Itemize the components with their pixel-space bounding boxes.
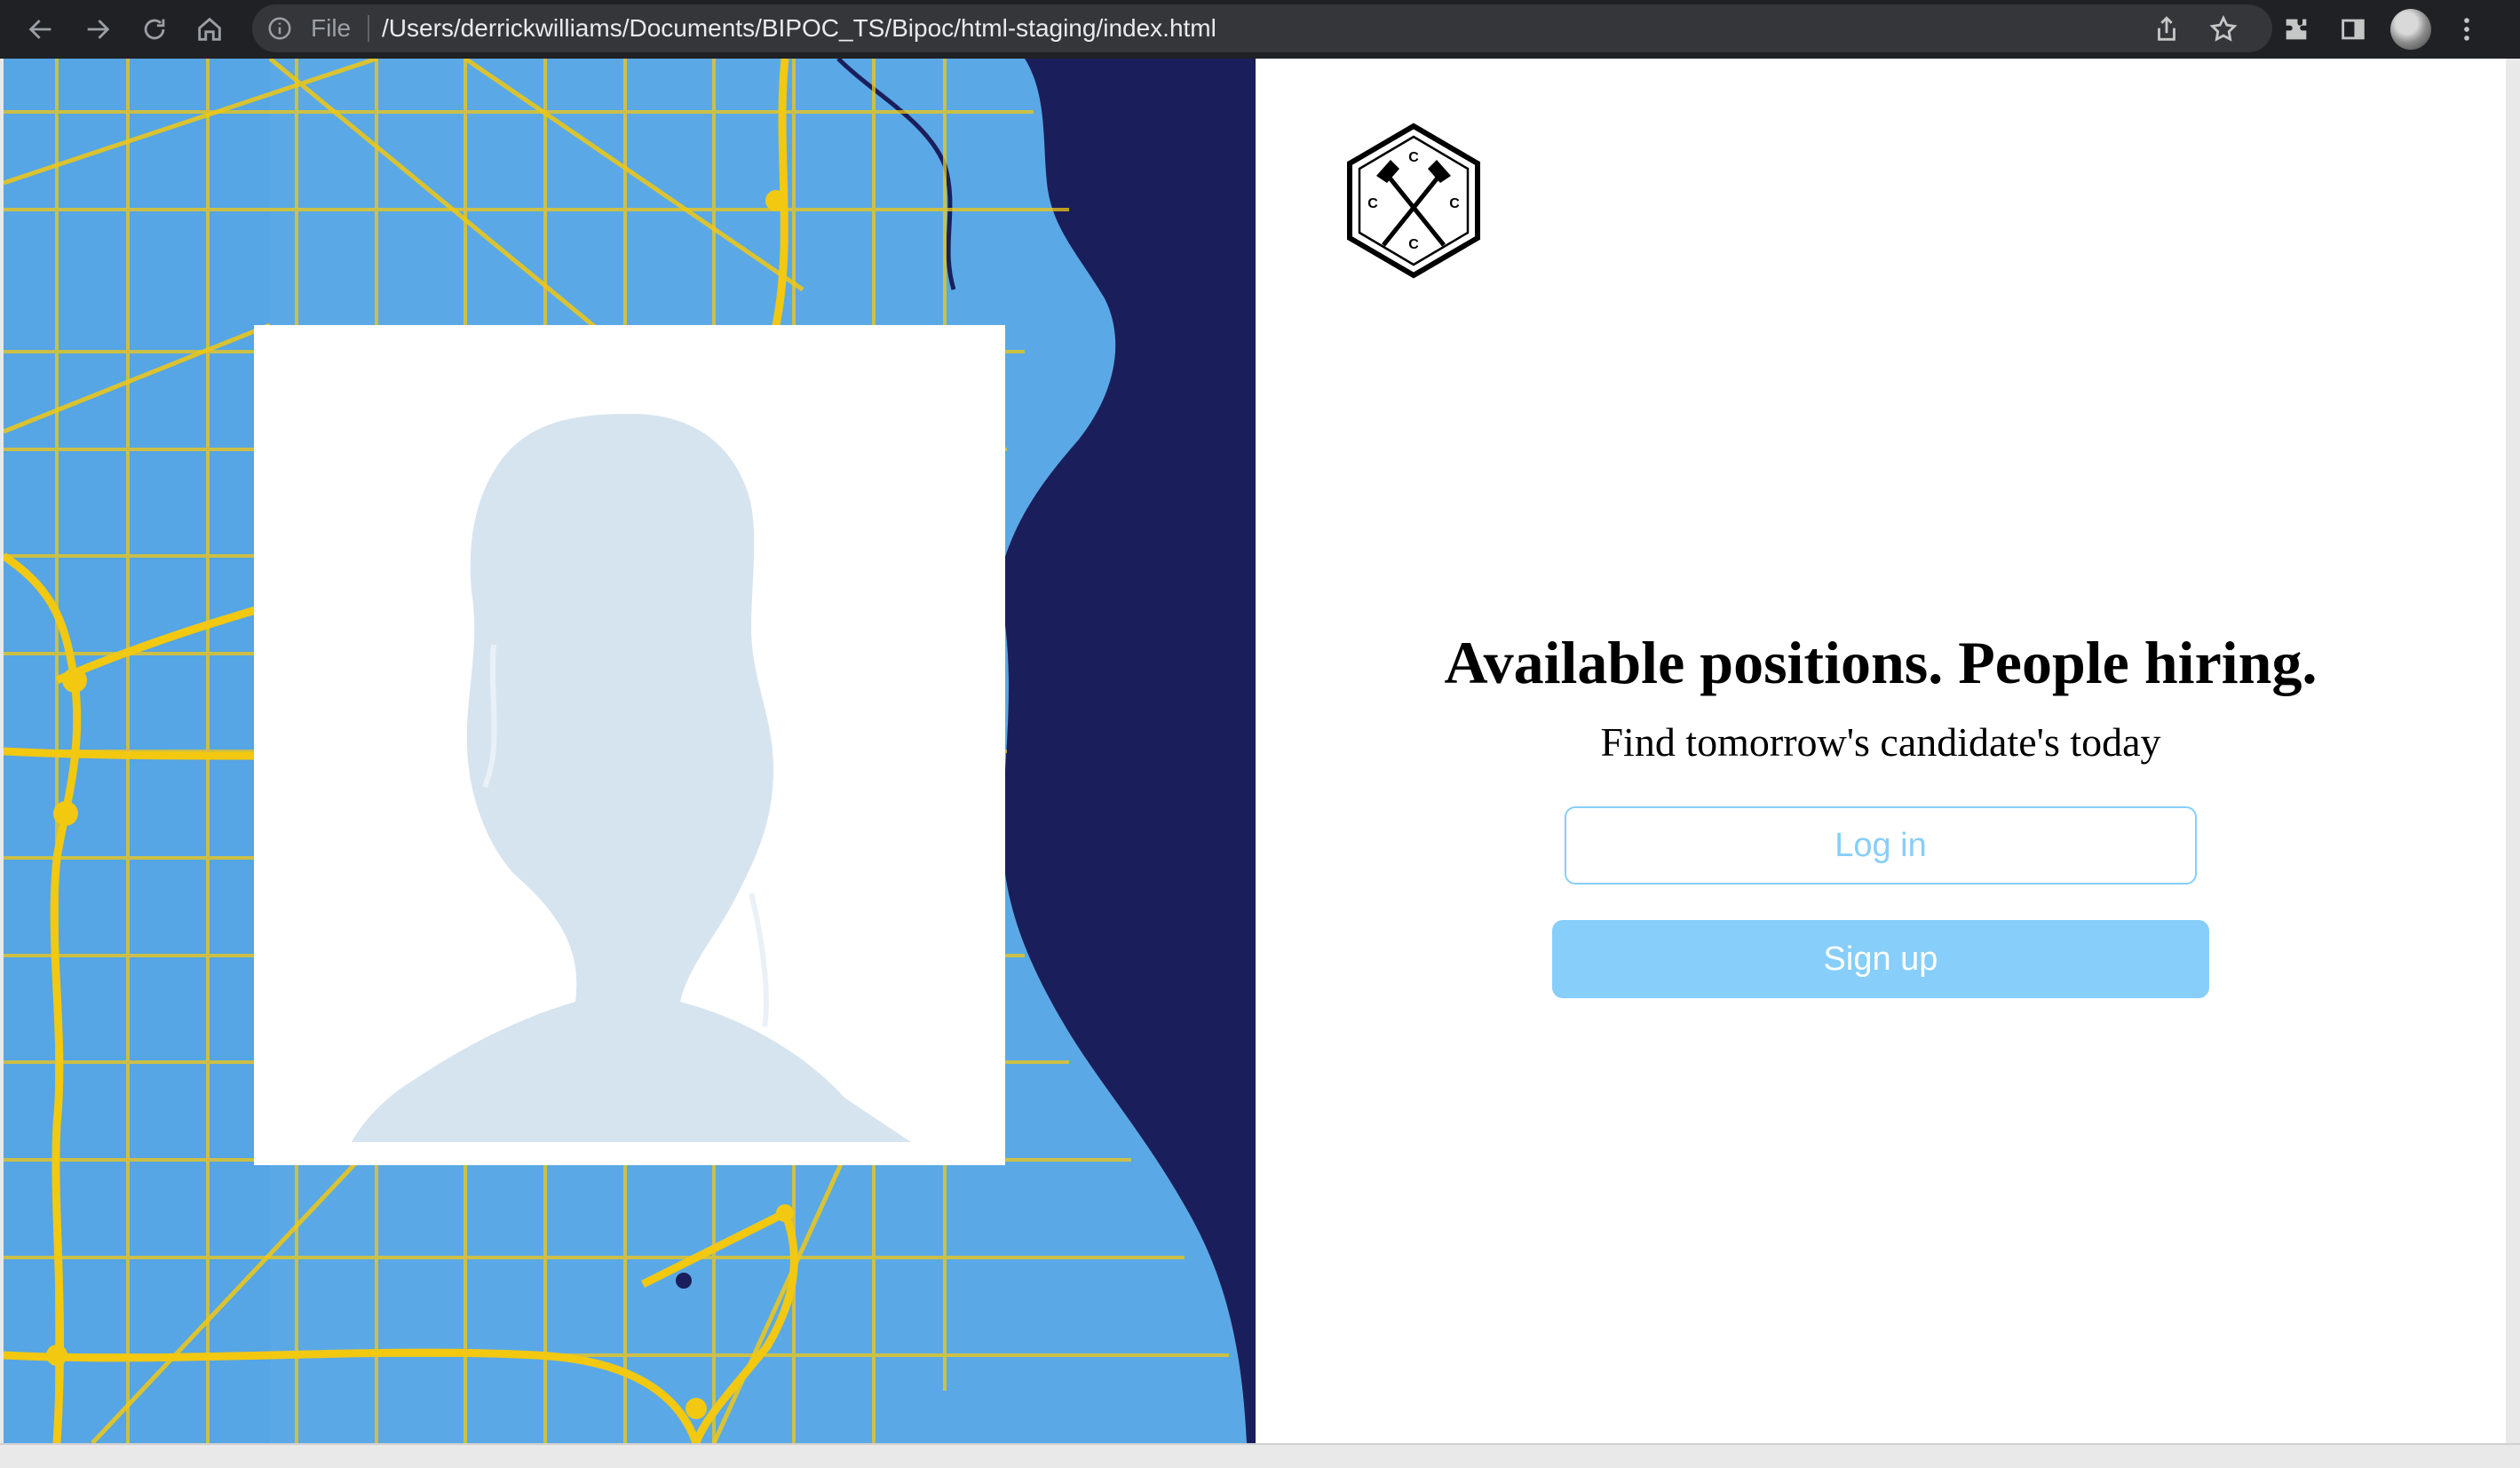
- person-silhouette-icon: [352, 414, 911, 1142]
- window-right-edge: [2506, 59, 2520, 1468]
- info-icon[interactable]: [265, 13, 295, 44]
- crossed-axes-icon: C C C C: [1347, 123, 1480, 279]
- logo-letter-top: C: [1408, 150, 1419, 165]
- forward-icon[interactable]: [76, 8, 119, 51]
- url-separator: [368, 15, 369, 42]
- share-icon[interactable]: [2145, 8, 2188, 51]
- brand-logo[interactable]: C C C C: [1344, 123, 1483, 279]
- address-bar[interactable]: File /Users/derrickwilliams/Documents/BI…: [252, 4, 2272, 52]
- profile-photo-placeholder: [254, 325, 1005, 1165]
- url-scheme-label: File: [311, 14, 352, 42]
- logo-letter-bottom: C: [1408, 237, 1419, 252]
- signup-button[interactable]: Sign up: [1552, 920, 2209, 998]
- side-panel-icon[interactable]: [2332, 8, 2374, 51]
- hero-subheadline: Find tomorrow's candidate's today: [1600, 719, 2161, 765]
- reload-icon[interactable]: [133, 8, 176, 51]
- login-button[interactable]: Log in: [1565, 806, 2197, 885]
- bookmark-star-icon[interactable]: [2202, 8, 2245, 51]
- hero-section: C C C C Available positions. People hiri…: [1256, 59, 2506, 1443]
- browser-toolbar: File /Users/derrickwilliams/Documents/BI…: [0, 0, 2520, 59]
- url-text[interactable]: /Users/derrickwilliams/Documents/BIPOC_T…: [382, 15, 1216, 42]
- profile-avatar[interactable]: [2390, 9, 2431, 50]
- extensions-icon[interactable]: [2275, 8, 2318, 51]
- page-viewport: C C C C Available positions. People hiri…: [4, 59, 2506, 1443]
- back-icon[interactable]: [20, 8, 62, 51]
- menu-dots-icon[interactable]: [2445, 8, 2488, 51]
- logo-letter-right: C: [1449, 196, 1460, 211]
- window-bottom-edge: [0, 1443, 2520, 1468]
- hero-headline: Available positions. People hiring.: [1444, 629, 2318, 696]
- map-background: [4, 59, 1256, 1443]
- home-icon[interactable]: [188, 8, 231, 51]
- logo-letter-left: C: [1367, 196, 1378, 211]
